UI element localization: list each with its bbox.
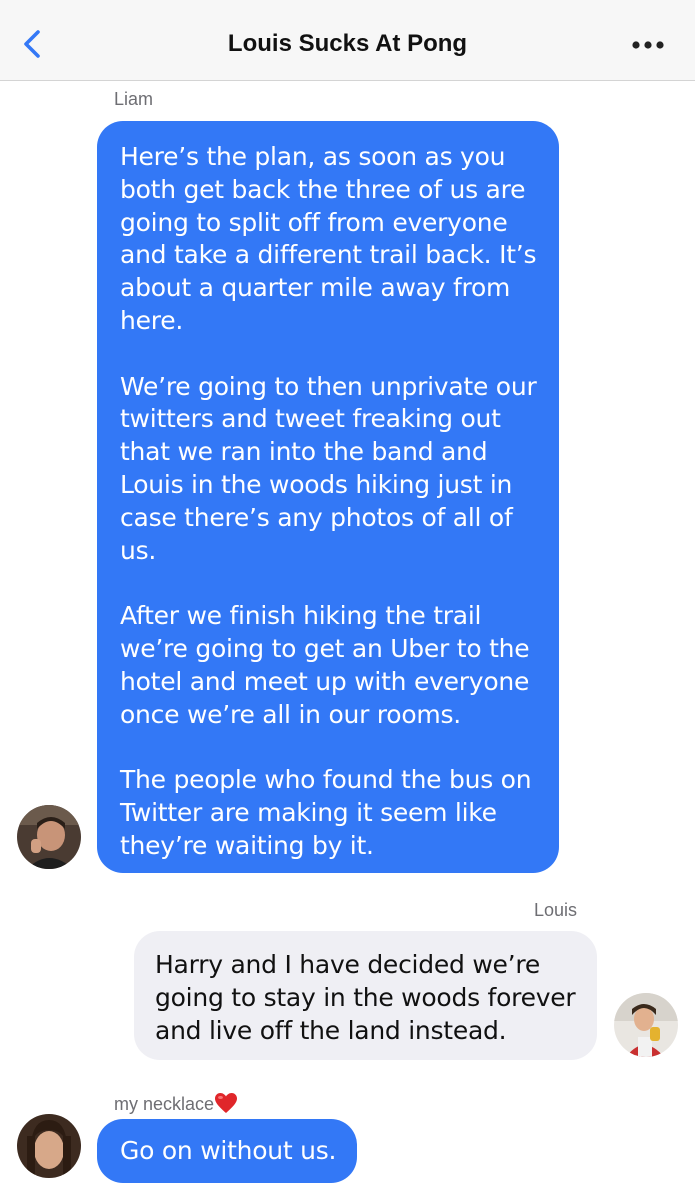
message-bubble-liam[interactable]: Here’s the plan, as soon as you both get… — [97, 121, 559, 873]
sender-name-liam: Liam — [114, 89, 154, 109]
sender-name-my-necklace: my necklace — [114, 1088, 238, 1115]
heart-emoji-icon — [214, 1093, 238, 1118]
avatar-louis[interactable] — [614, 993, 678, 1057]
avatar-liam[interactable] — [17, 805, 81, 869]
message-bubble-louis[interactable]: Harry and I have decided we’re going to … — [134, 931, 597, 1060]
sender-name-text: my necklace — [114, 1094, 215, 1114]
conversation-title: Louis Sucks At Pong — [227, 30, 468, 57]
message-bubble-my-necklace[interactable]: Go on without us. — [97, 1119, 357, 1183]
ellipsis-icon — [632, 41, 664, 49]
sender-name-louis: Louis — [534, 900, 578, 920]
avatar-my-necklace[interactable] — [17, 1114, 81, 1178]
more-options-button[interactable] — [622, 30, 672, 60]
conversation-header: Louis Sucks At Pong — [0, 0, 695, 81]
